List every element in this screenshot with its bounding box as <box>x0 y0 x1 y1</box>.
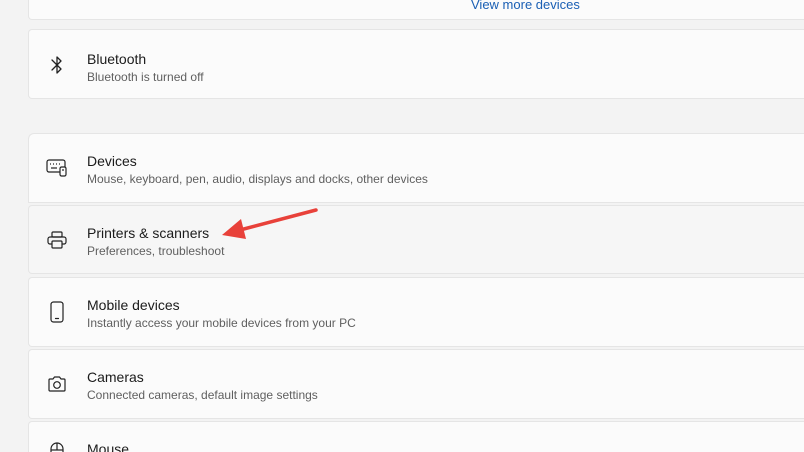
view-more-devices-link[interactable]: View more devices <box>471 0 580 12</box>
cameras-title: Cameras <box>87 369 144 385</box>
mouse-icon <box>45 440 69 452</box>
mouse-title: Mouse <box>87 441 130 452</box>
cameras-row[interactable]: Cameras Connected cameras, default image… <box>28 349 804 419</box>
devices-row[interactable]: Devices Mouse, keyboard, pen, audio, dis… <box>28 133 804 203</box>
paired-devices-card: View more devices <box>28 0 804 20</box>
printers-title: Printers & scanners <box>87 225 210 241</box>
devices-title: Devices <box>87 153 137 169</box>
bluetooth-title: Bluetooth <box>87 51 147 67</box>
mobile-phone-icon <box>45 300 69 324</box>
camera-icon <box>45 372 69 396</box>
devices-subtitle: Mouse, keyboard, pen, audio, displays an… <box>87 172 428 186</box>
mouse-row[interactable]: Mouse <box>28 421 804 452</box>
cameras-subtitle: Connected cameras, default image setting… <box>87 388 318 402</box>
printer-icon <box>45 228 69 252</box>
mobile-devices-subtitle: Instantly access your mobile devices fro… <box>87 316 356 330</box>
bluetooth-setting-row[interactable]: Bluetooth Bluetooth is turned off <box>28 29 804 99</box>
printers-subtitle: Preferences, troubleshoot <box>87 244 225 258</box>
mobile-devices-row[interactable]: Mobile devices Instantly access your mob… <box>28 277 804 347</box>
printers-scanners-row[interactable]: Printers & scanners Preferences, trouble… <box>28 205 804 274</box>
devices-icon <box>45 156 69 180</box>
settings-page: View more devices Bluetooth Bluetooth is… <box>0 0 804 452</box>
bluetooth-subtitle: Bluetooth is turned off <box>87 70 204 84</box>
bluetooth-icon <box>45 53 69 77</box>
mobile-devices-title: Mobile devices <box>87 297 180 313</box>
